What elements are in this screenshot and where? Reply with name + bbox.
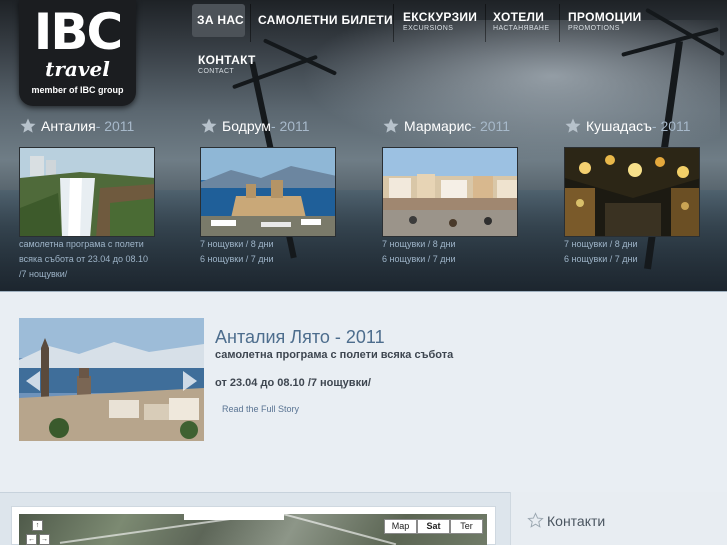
info-line: 6 нощувки / 7 дни: [200, 254, 274, 264]
star-icon: [565, 118, 581, 133]
map-type-map-button[interactable]: Map: [384, 519, 417, 534]
info-line: самолетна програма с полети: [19, 239, 144, 249]
destination-name: Мармарис: [404, 118, 472, 134]
destination-bodrum[interactable]: Бодрум - 2011 7 нощувки / 8 дни 6 нощувк…: [200, 116, 340, 264]
destination-kusadasi[interactable]: Кушадасъ - 2011 7 нощувки / 8 дни 6 нощу…: [564, 116, 704, 264]
feature-slideshow[interactable]: [19, 318, 204, 441]
star-icon: [201, 118, 217, 133]
destination-info: 7 нощувки / 8 дни 6 нощувки / 7 дни: [382, 237, 522, 267]
nav-sublabel: EXCURSIONS: [403, 25, 454, 32]
star-icon: [383, 118, 399, 133]
destination-year: - 2011: [270, 118, 310, 134]
info-line: /7 нощувки/: [19, 269, 68, 279]
nav-label: КОНТАКТ: [198, 53, 256, 67]
info-line: 7 нощувки / 8 дни: [382, 239, 456, 249]
destination-title[interactable]: Бодрум - 2011: [200, 116, 340, 136]
nav-hotels[interactable]: ХОТЕЛИ НАСТАНЯВАНЕ: [493, 10, 549, 33]
star-outline-icon: [527, 512, 544, 528]
nav-contact[interactable]: КОНТАКТ CONTACT: [198, 53, 256, 76]
destination-title[interactable]: Кушадасъ - 2011: [564, 116, 704, 136]
info-line: всяка събота от 23.04 до 08.10: [19, 254, 149, 264]
feature-dates: от 23.04 до 08.10 /7 нощувки/: [215, 377, 371, 389]
destination-year: - 2011: [95, 118, 135, 134]
destination-info: 7 нощувки / 8 дни 6 нощувки / 7 дни: [564, 237, 704, 267]
nav-label: ПРОМОЦИИ: [568, 10, 642, 24]
pan-up-icon[interactable]: ↑: [32, 520, 43, 531]
nav-about[interactable]: ЗА НАС: [197, 13, 244, 27]
nav-divider: [559, 4, 560, 42]
nav-sublabel: НАСТАНЯВАНЕ: [493, 25, 550, 32]
nav-label: САМОЛЕТНИ БИЛЕТИ: [258, 13, 393, 27]
destination-photo-town[interactable]: [382, 147, 518, 237]
nav-label: ЗА НАС: [197, 13, 245, 27]
slider-next-arrow-icon[interactable]: [183, 371, 197, 391]
slider-prev-arrow-icon[interactable]: [26, 371, 40, 391]
destination-year: - 2011: [651, 118, 691, 134]
nav-excursions[interactable]: ЕКСКУРЗИИ EXCURSIONS: [403, 10, 477, 33]
ibc-travel-logo[interactable]: IBC travel member of IBC group: [19, 0, 136, 106]
nav-divider: [250, 4, 251, 42]
pan-left-icon[interactable]: ←: [26, 534, 37, 545]
feature-photo-antalya: [19, 318, 204, 441]
destination-photo-castle[interactable]: [200, 147, 336, 237]
nav-label: ХОТЕЛИ: [493, 10, 545, 24]
feature-title[interactable]: Анталия Лято - 2011: [215, 327, 385, 348]
map-type-terrain-button[interactable]: Ter: [450, 519, 483, 534]
destination-title[interactable]: Мармарис - 2011: [382, 116, 522, 136]
logo-tagline: member of IBC group: [31, 85, 124, 95]
nav-label: ЕКСКУРЗИИ: [403, 10, 478, 24]
destination-antalya[interactable]: Анталия - 2011 самолетна програма с поле…: [19, 116, 159, 279]
info-line: 6 нощувки / 7 дни: [564, 254, 638, 264]
destination-info: 7 нощувки / 8 дни 6 нощувки / 7 дни: [200, 237, 340, 267]
nav-sublabel: CONTACT: [198, 68, 235, 75]
sky-glow: [300, 20, 720, 160]
pan-right-icon[interactable]: →: [39, 534, 50, 545]
nav-promotions[interactable]: ПРОМОЦИИ PROMOTIONS: [568, 10, 642, 33]
destination-title[interactable]: Анталия - 2011: [19, 116, 159, 136]
logo-brand: IBC: [33, 3, 123, 61]
destination-name: Кушадасъ: [586, 118, 652, 134]
logo-script: travel: [45, 57, 110, 81]
nav-sublabel: PROMOTIONS: [568, 25, 620, 32]
destination-info: самолетна програма с полети всяка събота…: [19, 237, 159, 282]
read-full-story-link[interactable]: Read the Full Story: [222, 404, 299, 414]
destination-name: Бодрум: [222, 118, 271, 134]
contacts-title: Контакти: [547, 512, 606, 529]
destination-photo-bazaar[interactable]: [564, 147, 700, 237]
star-icon: [20, 118, 36, 133]
destination-name: Анталия: [41, 118, 96, 134]
info-line: 7 нощувки / 8 дни: [564, 239, 638, 249]
map-type-switcher: Map Sat Ter: [384, 519, 483, 534]
map-type-satellite-button[interactable]: Sat: [417, 519, 450, 534]
map-overlay: [184, 514, 284, 520]
nav-flights[interactable]: САМОЛЕТНИ БИЛЕТИ: [258, 13, 393, 27]
info-line: 6 нощувки / 7 дни: [382, 254, 456, 264]
nav-divider: [485, 4, 486, 42]
feature-description: самолетна програма с полети всяка събота: [215, 349, 454, 361]
destination-photo-waterfall[interactable]: [19, 147, 155, 237]
contacts-heading: Контакти: [527, 512, 605, 529]
info-line: 7 нощувки / 8 дни: [200, 239, 274, 249]
destination-marmaris[interactable]: Мармарис - 2011 7 нощувки / 8 дни 6 нощу…: [382, 116, 522, 264]
destination-year: - 2011: [471, 118, 511, 134]
nav-divider: [393, 4, 394, 42]
